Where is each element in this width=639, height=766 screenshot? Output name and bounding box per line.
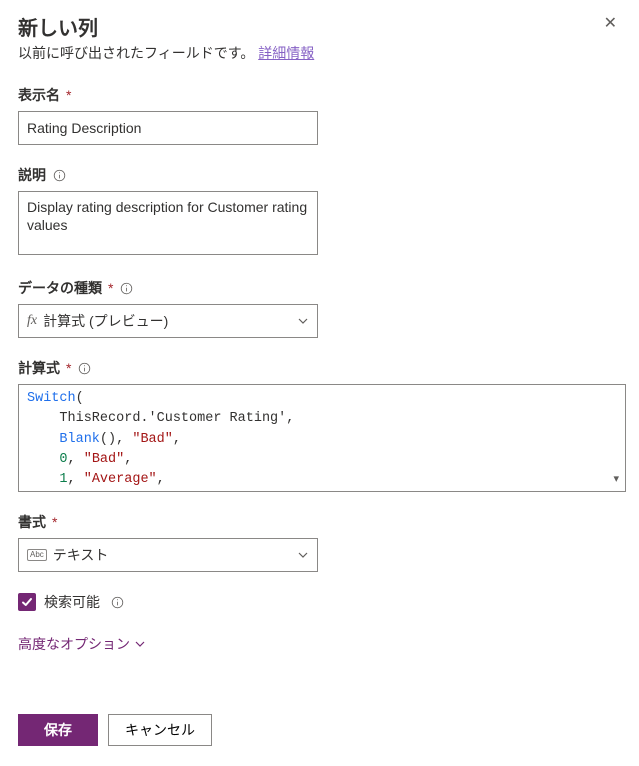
formula-field: 計算式 * Switch( ThisRecord.'Customer Rating… xyxy=(18,358,621,492)
format-field: 書式 * Abc テキスト xyxy=(18,512,621,572)
chevron-down-icon xyxy=(297,315,309,327)
required-asterisk: * xyxy=(108,280,113,296)
subtitle-text: 以前に呼び出されたフィールドです。 xyxy=(18,45,258,61)
description-label-text: 説明 xyxy=(18,165,46,185)
data-type-select-value: fx 計算式 (プレビュー) xyxy=(27,311,168,331)
text-type-icon: Abc xyxy=(27,549,47,561)
formula-token: , xyxy=(286,411,294,426)
formula-label: 計算式 * xyxy=(18,358,621,378)
close-icon: ✕ xyxy=(604,15,617,32)
formula-token: Blank xyxy=(59,432,100,447)
format-label: 書式 * xyxy=(18,512,621,532)
close-button[interactable]: ✕ xyxy=(600,12,621,36)
panel-title: 新しい列 xyxy=(18,12,98,41)
panel-header: 新しい列 ✕ xyxy=(18,12,621,43)
cancel-button[interactable]: キャンセル xyxy=(108,714,212,746)
formula-token: , xyxy=(68,452,76,467)
required-asterisk: * xyxy=(66,360,71,376)
data-type-field: データの種類 * fx 計算式 (プレビュー) xyxy=(18,278,621,338)
info-icon[interactable] xyxy=(119,281,133,295)
searchable-checkbox[interactable] xyxy=(18,593,36,611)
fx-icon: fx xyxy=(27,313,37,329)
formula-token: 1 xyxy=(59,472,67,487)
description-field: 説明 Display rating description for Custom… xyxy=(18,165,621,258)
learn-more-link[interactable]: 詳細情報 xyxy=(258,45,314,61)
data-type-label: データの種類 * xyxy=(18,278,621,298)
display-name-label: 表示名 * xyxy=(18,85,621,105)
formula-token: "Bad" xyxy=(84,452,125,467)
formula-token: ThisRecord.'Customer Rating' xyxy=(59,411,286,426)
required-asterisk: * xyxy=(66,87,71,103)
info-icon[interactable] xyxy=(52,168,66,182)
data-type-value-text: 計算式 (プレビュー) xyxy=(43,311,168,331)
searchable-row: 検索可能 xyxy=(18,592,621,612)
description-label: 説明 xyxy=(18,165,621,185)
advanced-options-toggle[interactable]: 高度なオプション xyxy=(18,634,621,654)
formula-token: "Bad" xyxy=(132,432,173,447)
resize-handle-icon: ▾ xyxy=(613,472,619,489)
formula-token: ( xyxy=(76,391,84,406)
formula-token: , xyxy=(157,472,165,487)
description-input[interactable]: Display rating description for Customer … xyxy=(18,191,318,255)
formula-token: Switch xyxy=(27,391,76,406)
searchable-label: 検索可能 xyxy=(44,592,100,612)
formula-token: , xyxy=(116,432,124,447)
new-column-panel: 新しい列 ✕ 以前に呼び出されたフィールドです。 詳細情報 表示名 * 説明 Di… xyxy=(0,0,639,766)
formula-token: , xyxy=(173,432,181,447)
formula-label-text: 計算式 xyxy=(18,358,60,378)
format-select[interactable]: Abc テキスト xyxy=(18,538,318,572)
format-label-text: 書式 xyxy=(18,512,46,532)
display-name-field: 表示名 * xyxy=(18,85,621,145)
formula-token: , xyxy=(124,452,132,467)
display-name-label-text: 表示名 xyxy=(18,85,60,105)
formula-editor[interactable]: Switch( ThisRecord.'Customer Rating', Bl… xyxy=(18,384,626,492)
chevron-down-icon xyxy=(297,549,309,561)
chevron-down-icon xyxy=(134,638,146,650)
display-name-input[interactable] xyxy=(18,111,318,145)
info-icon[interactable] xyxy=(110,595,124,609)
format-select-value: Abc テキスト xyxy=(27,545,108,565)
formula-token: , xyxy=(68,472,76,487)
info-icon[interactable] xyxy=(77,361,91,375)
formula-token: 0 xyxy=(59,452,67,467)
checkmark-icon xyxy=(21,596,33,608)
button-row: 保存 キャンセル xyxy=(18,714,621,746)
data-type-select[interactable]: fx 計算式 (プレビュー) xyxy=(18,304,318,338)
required-asterisk: * xyxy=(52,514,57,530)
format-value-text: テキスト xyxy=(53,545,109,565)
panel-subtitle: 以前に呼び出されたフィールドです。 詳細情報 xyxy=(18,43,621,63)
save-button[interactable]: 保存 xyxy=(18,714,98,746)
data-type-label-text: データの種類 xyxy=(18,278,102,298)
advanced-label: 高度なオプション xyxy=(18,634,130,654)
formula-token: "Average" xyxy=(84,472,157,487)
